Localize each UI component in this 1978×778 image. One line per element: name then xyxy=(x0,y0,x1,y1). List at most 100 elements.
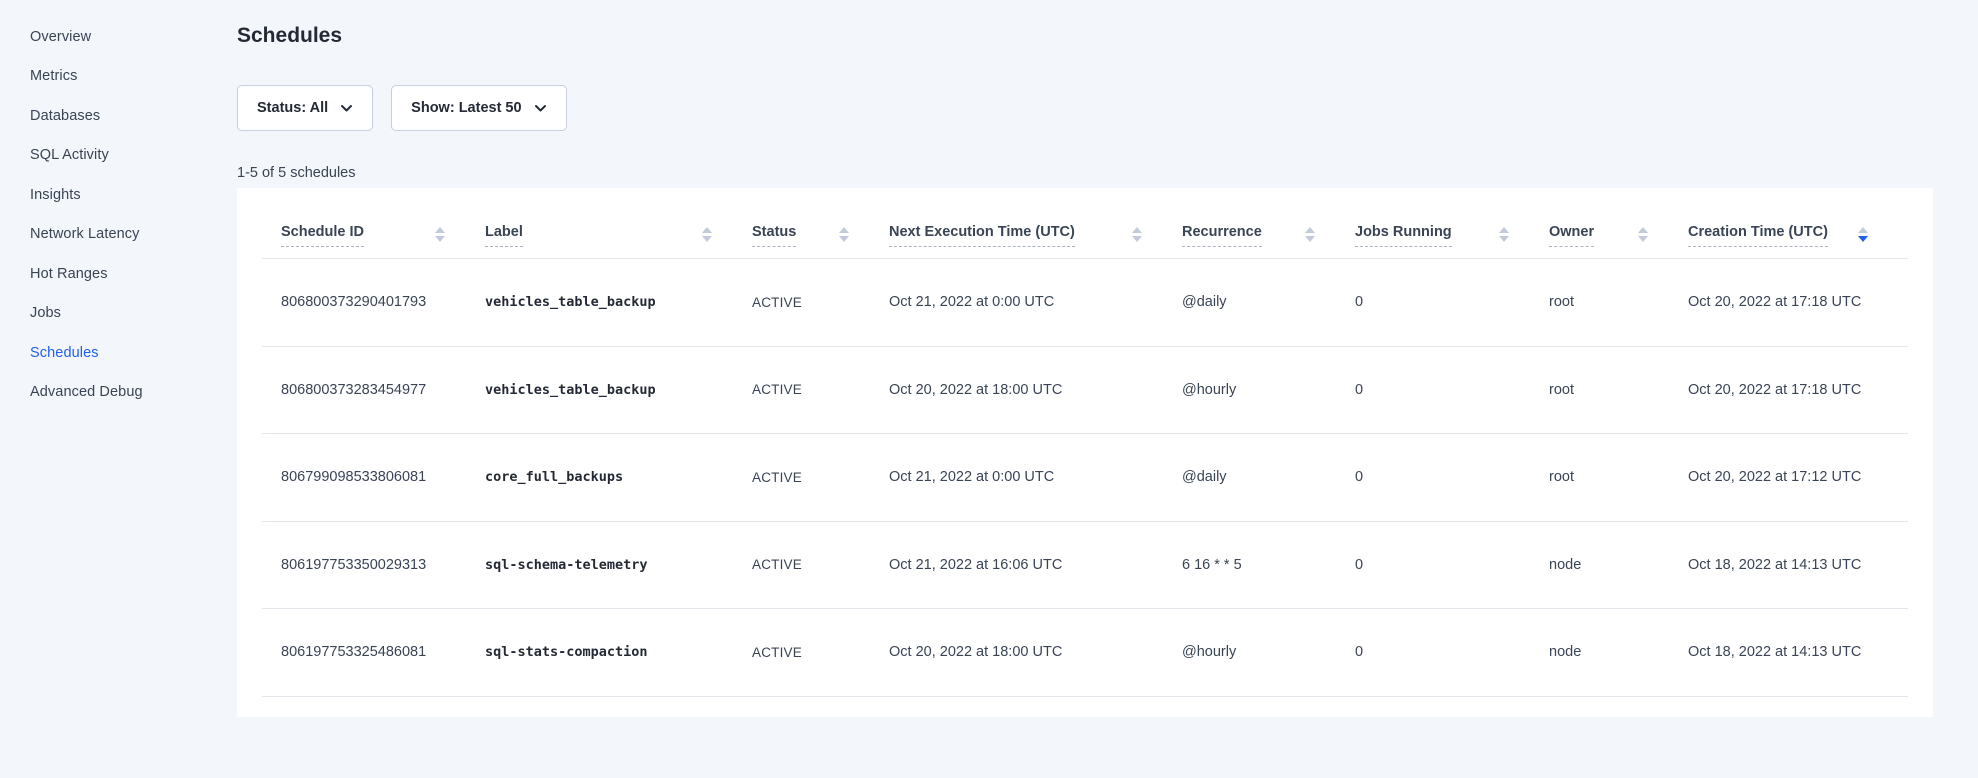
results-count: 1-5 of 5 schedules xyxy=(237,164,1933,182)
show-filter-dropdown[interactable]: Show: Latest 50 xyxy=(391,85,566,131)
main-content: Schedules Status: All Show: Latest 50 1-… xyxy=(237,0,1978,778)
chevron-down-icon xyxy=(340,102,353,115)
sidebar-item[interactable]: SQL Activity xyxy=(0,136,237,176)
sort-icon[interactable] xyxy=(435,227,445,242)
cell-owner: node xyxy=(1549,557,1688,573)
column-header-label: Label xyxy=(485,224,523,247)
sort-icon[interactable] xyxy=(1499,227,1509,242)
sidebar-item[interactable]: Advanced Debug xyxy=(0,373,237,413)
cell-next-execution: Oct 20, 2022 at 18:00 UTC xyxy=(889,382,1182,398)
sidebar-item[interactable]: Overview xyxy=(0,17,237,57)
sidebar-item[interactable]: Metrics xyxy=(0,57,237,97)
status-filter-dropdown[interactable]: Status: All xyxy=(237,85,373,131)
column-header[interactable]: Status xyxy=(752,224,889,247)
sort-asc-arrow-icon xyxy=(1305,227,1315,233)
cell-jobs-running: 0 xyxy=(1355,294,1549,310)
sort-asc-arrow-icon xyxy=(435,227,445,233)
sort-desc-arrow-icon xyxy=(1132,236,1142,242)
column-header[interactable]: Jobs Running xyxy=(1355,224,1549,247)
sidebar-item-label: SQL Activity xyxy=(30,147,109,163)
sort-asc-arrow-icon xyxy=(1499,227,1509,233)
cell-creation-time: Oct 18, 2022 at 14:13 UTC xyxy=(1688,557,1908,573)
sidebar-item[interactable]: Hot Ranges xyxy=(0,254,237,294)
column-header[interactable]: Recurrence xyxy=(1182,224,1355,247)
cell-status: ACTIVE xyxy=(752,295,889,310)
cell-schedule-id: 806197753325486081 xyxy=(281,644,485,660)
sort-icon[interactable] xyxy=(1132,227,1142,242)
cell-owner: root xyxy=(1549,382,1688,398)
column-header[interactable]: Owner xyxy=(1549,224,1688,247)
cell-owner: root xyxy=(1549,469,1688,485)
cell-label: core_full_backups xyxy=(485,469,752,485)
show-filter-label: Show: Latest 50 xyxy=(411,100,521,116)
sidebar-item-label: Jobs xyxy=(30,305,61,321)
column-header-label: Next Execution Time (UTC) xyxy=(889,224,1075,247)
column-header[interactable]: Next Execution Time (UTC) xyxy=(889,224,1182,247)
sort-icon[interactable] xyxy=(1638,227,1648,242)
cell-jobs-running: 0 xyxy=(1355,382,1549,398)
app-root: Overview Metrics Databases SQL Activity … xyxy=(0,0,1978,778)
sort-icon[interactable] xyxy=(839,227,849,242)
sidebar-item-label: Metrics xyxy=(30,68,77,84)
column-header[interactable]: Schedule ID xyxy=(281,224,485,247)
sidebar-item-label: Schedules xyxy=(30,345,99,361)
cell-recurrence: @daily xyxy=(1182,469,1355,485)
cell-schedule-id: 806800373290401793 xyxy=(281,294,485,310)
table-row[interactable]: 806800373290401793 vehicles_table_backup… xyxy=(262,259,1908,347)
cell-next-execution: Oct 21, 2022 at 0:00 UTC xyxy=(889,469,1182,485)
cell-owner: node xyxy=(1549,644,1688,660)
column-header-label: Owner xyxy=(1549,224,1594,247)
cell-status: ACTIVE xyxy=(752,470,889,485)
cell-status: ACTIVE xyxy=(752,382,889,397)
sidebar-item-label: Network Latency xyxy=(30,226,140,242)
sort-asc-arrow-icon xyxy=(1638,227,1648,233)
table-row[interactable]: 806197753350029313 sql-schema-telemetry … xyxy=(262,522,1908,610)
cell-creation-time: Oct 18, 2022 at 14:13 UTC xyxy=(1688,644,1908,660)
sort-desc-arrow-icon xyxy=(1638,236,1648,242)
cell-creation-time: Oct 20, 2022 at 17:12 UTC xyxy=(1688,469,1908,485)
sidebar-item-label: Insights xyxy=(30,187,81,203)
cell-schedule-id: 806197753350029313 xyxy=(281,557,485,573)
cell-creation-time: Oct 20, 2022 at 17:18 UTC xyxy=(1688,382,1908,398)
chevron-down-icon xyxy=(534,102,547,115)
sort-asc-arrow-icon xyxy=(702,227,712,233)
sidebar-item[interactable]: Jobs xyxy=(0,294,237,334)
table-row[interactable]: 806197753325486081 sql-stats-compaction … xyxy=(262,609,1908,697)
sidebar-item[interactable]: Network Latency xyxy=(0,215,237,255)
table-row[interactable]: 806799098533806081 core_full_backups ACT… xyxy=(262,434,1908,522)
sort-desc-arrow-icon xyxy=(702,236,712,242)
sidebar-item-label: Overview xyxy=(30,29,91,45)
sort-desc-arrow-icon xyxy=(1858,236,1868,242)
sidebar-item-label: Advanced Debug xyxy=(30,384,143,400)
cell-jobs-running: 0 xyxy=(1355,469,1549,485)
sort-desc-arrow-icon xyxy=(1499,236,1509,242)
table-row[interactable]: 806800373283454977 vehicles_table_backup… xyxy=(262,347,1908,435)
sidebar-item-label: Databases xyxy=(30,108,100,124)
sidebar-item[interactable]: Schedules xyxy=(0,333,237,373)
sort-asc-arrow-icon xyxy=(1132,227,1142,233)
cell-owner: root xyxy=(1549,294,1688,310)
cell-next-execution: Oct 21, 2022 at 0:00 UTC xyxy=(889,294,1182,310)
sort-icon[interactable] xyxy=(1305,227,1315,242)
sort-icon[interactable] xyxy=(702,227,712,242)
cell-recurrence: @daily xyxy=(1182,294,1355,310)
column-header[interactable]: Creation Time (UTC) xyxy=(1688,224,1908,247)
cell-status: ACTIVE xyxy=(752,557,889,572)
cell-label: vehicles_table_backup xyxy=(485,382,752,398)
status-filter-label: Status: All xyxy=(257,100,328,116)
cell-label: vehicles_table_backup xyxy=(485,294,752,310)
column-header-label: Status xyxy=(752,224,796,247)
cell-schedule-id: 806799098533806081 xyxy=(281,469,485,485)
sort-icon[interactable] xyxy=(1858,227,1868,242)
cell-recurrence: @hourly xyxy=(1182,382,1355,398)
sidebar-item[interactable]: Insights xyxy=(0,175,237,215)
cell-label: sql-stats-compaction xyxy=(485,644,752,660)
sort-asc-arrow-icon xyxy=(1858,227,1868,233)
cell-recurrence: @hourly xyxy=(1182,644,1355,660)
column-header[interactable]: Label xyxy=(485,224,752,247)
cell-schedule-id: 806800373283454977 xyxy=(281,382,485,398)
sidebar-item[interactable]: Databases xyxy=(0,96,237,136)
schedules-table-card: Schedule ID Label xyxy=(237,188,1933,717)
cell-jobs-running: 0 xyxy=(1355,557,1549,573)
filter-bar: Status: All Show: Latest 50 xyxy=(237,85,1933,131)
